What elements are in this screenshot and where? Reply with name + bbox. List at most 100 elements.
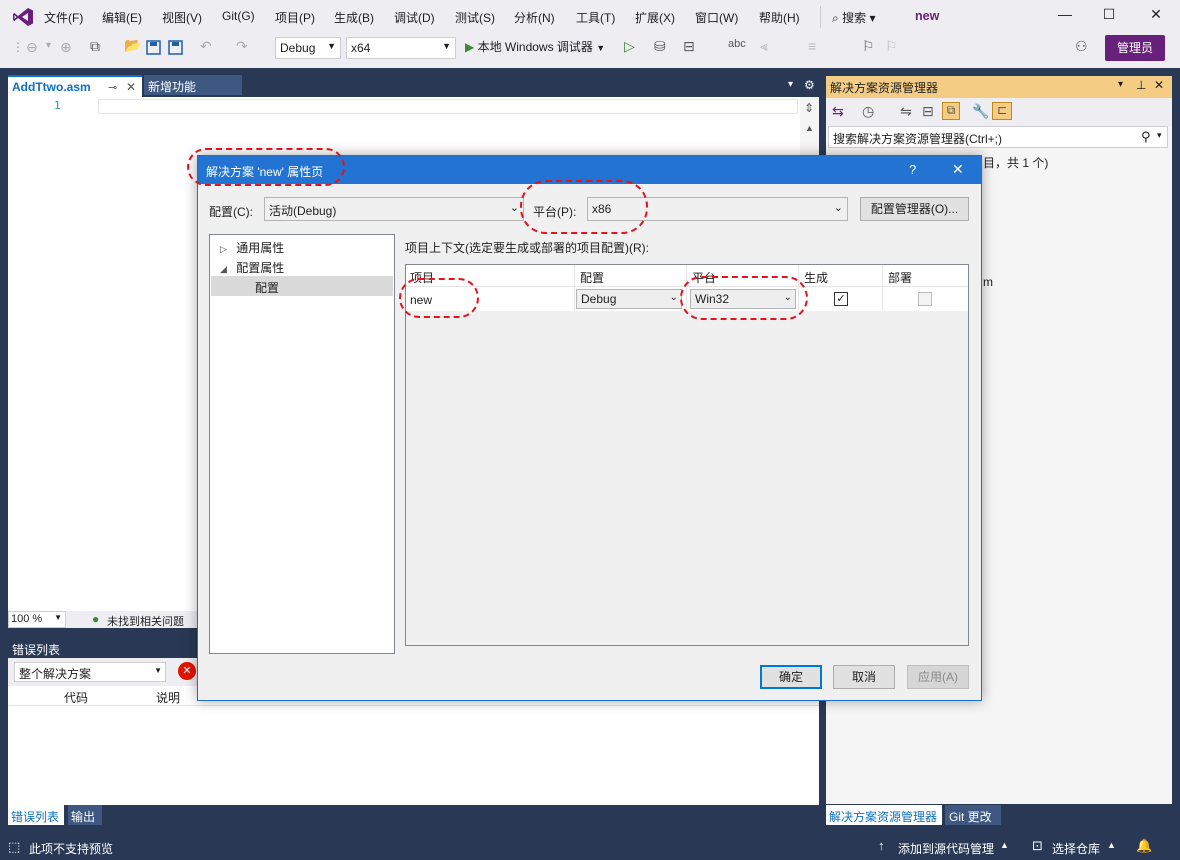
menu-file[interactable]: 文件(F) bbox=[44, 9, 83, 26]
help-button[interactable]: ? bbox=[909, 162, 916, 177]
history-icon[interactable]: ◷ bbox=[862, 103, 874, 120]
pin-icon[interactable]: ⊥ bbox=[1136, 78, 1146, 92]
switch-views-icon[interactable]: ⇆ bbox=[832, 103, 844, 120]
window-layout-icon[interactable]: ⊟ bbox=[683, 38, 695, 55]
minimize-icon[interactable]: — bbox=[1055, 6, 1075, 26]
menu-view[interactable]: 视图(V) bbox=[162, 9, 202, 26]
preview-selected-icon[interactable]: ⊏ bbox=[992, 102, 1012, 120]
config-select[interactable]: 活动(Debug) ⌄ bbox=[264, 197, 524, 221]
chevron-up-icon[interactable]: ▲ bbox=[1000, 840, 1009, 850]
zoom-select[interactable]: 100 % ▼ bbox=[8, 611, 66, 628]
menu-extensions[interactable]: 扩展(X) bbox=[635, 9, 675, 26]
chevron-up-icon[interactable]: ▲ bbox=[1107, 840, 1116, 850]
scroll-up-icon[interactable]: ▲ bbox=[805, 123, 814, 133]
project-context-grid: 项目 配置 平台 生成 部署 new Debug ⌄ Win32 ⌄ ✓ bbox=[405, 264, 969, 646]
cancel-button[interactable]: 取消 bbox=[833, 665, 895, 689]
live-share-icon[interactable]: ⚇ bbox=[1075, 38, 1088, 55]
column-description[interactable]: 说明 bbox=[156, 689, 180, 706]
build-checkbox[interactable]: ✓ bbox=[834, 292, 848, 306]
error-scope-select[interactable]: 整个解决方案 ▼ bbox=[14, 662, 166, 682]
ok-button[interactable]: 确定 bbox=[760, 665, 822, 689]
column-code[interactable]: 代码 bbox=[64, 689, 88, 706]
add-to-source-control[interactable]: 添加到源代码管理 bbox=[898, 840, 994, 857]
close-icon[interactable]: ✕ bbox=[126, 80, 136, 94]
indent-icon[interactable]: ⫷ bbox=[760, 38, 768, 55]
start-debugging-button[interactable]: ▶ 本地 Windows 调试器 ▼ bbox=[465, 38, 605, 55]
solution-configuration-select[interactable]: Debug ▼ bbox=[275, 37, 341, 59]
collapse-icon[interactable]: ◢ bbox=[220, 264, 227, 274]
sync-icon[interactable]: ⇋ bbox=[900, 103, 912, 120]
platform-select[interactable]: x86 ⌄ bbox=[587, 197, 848, 221]
menu-build[interactable]: 生成(B) bbox=[334, 9, 374, 26]
save-icon[interactable] bbox=[146, 40, 161, 55]
admin-button[interactable]: 管理员 bbox=[1105, 35, 1165, 61]
row-platform-select[interactable]: Win32 ⌄ bbox=[690, 289, 796, 309]
tree-item-config-properties[interactable]: ◢ 配置属性 bbox=[220, 259, 284, 276]
menu-analyze[interactable]: 分析(N) bbox=[514, 9, 555, 26]
start-without-debugging-icon[interactable]: ▷ bbox=[624, 38, 635, 55]
chevron-down-icon[interactable]: ▾ bbox=[46, 40, 51, 51]
menu-edit[interactable]: 编辑(E) bbox=[102, 9, 142, 26]
tab-addttwo-asm[interactable]: AddTtwo.asm ⊸ ✕ bbox=[8, 75, 142, 97]
select-repository[interactable]: 选择仓库 bbox=[1052, 840, 1100, 857]
settings-icon[interactable]: ⚙ bbox=[804, 78, 815, 92]
save-all-icon[interactable] bbox=[168, 40, 183, 55]
tab-output[interactable]: 输出 bbox=[68, 805, 102, 825]
properties-wrench-icon[interactable]: 🔧 bbox=[972, 103, 989, 120]
menu-project[interactable]: 项目(P) bbox=[275, 9, 315, 26]
visual-studio-logo-icon bbox=[13, 8, 33, 26]
apply-button[interactable]: 应用(A) bbox=[907, 665, 969, 689]
tree-item-general[interactable]: ▷ 通用属性 bbox=[220, 239, 284, 256]
bookmark-prev-icon[interactable]: ⚐ bbox=[885, 38, 898, 55]
chevron-down-icon: ⌄ bbox=[509, 202, 519, 214]
tab-solution-explorer[interactable]: 解决方案资源管理器 bbox=[826, 805, 942, 825]
configuration-manager-button[interactable]: 配置管理器(O)... bbox=[860, 197, 969, 221]
navigate-forward-icon[interactable]: ⊕ bbox=[60, 39, 72, 56]
tab-git-changes[interactable]: Git 更改 bbox=[945, 805, 1001, 825]
undo-icon[interactable]: ↶ bbox=[200, 38, 212, 55]
errors-filter-icon[interactable]: ✕ bbox=[178, 662, 196, 680]
tab-overflow-icon[interactable]: ▾ bbox=[788, 79, 793, 90]
row-configuration-select[interactable]: Debug ⌄ bbox=[576, 289, 682, 309]
menu-help[interactable]: 帮助(H) bbox=[759, 9, 800, 26]
comment-icon[interactable]: ≡ bbox=[808, 38, 816, 54]
menu-tools[interactable]: 工具(T) bbox=[576, 9, 615, 26]
issues-status[interactable]: 未找到相关问题 bbox=[107, 613, 184, 629]
split-icon[interactable]: ⇕ bbox=[804, 101, 814, 115]
notifications-bell-icon[interactable]: 🔔 bbox=[1136, 838, 1152, 854]
new-project-icon[interactable]: ⧉ bbox=[90, 38, 100, 55]
solution-explorer-search-input[interactable]: 搜索解决方案资源管理器(Ctrl+;) ⚲ ▾ bbox=[828, 126, 1168, 148]
browser-link-icon[interactable]: ⛁ bbox=[654, 38, 666, 55]
menu-git[interactable]: Git(G) bbox=[222, 9, 255, 23]
search-button[interactable]: ⌕ 搜索 ▾ bbox=[832, 9, 875, 26]
solution-platform-select[interactable]: x64 ▼ bbox=[346, 37, 456, 59]
bookmark-icon[interactable]: ⚐ bbox=[862, 38, 875, 55]
close-icon[interactable]: ✕ bbox=[1146, 6, 1166, 26]
search-icon[interactable]: ⚲ bbox=[1141, 129, 1151, 145]
deploy-checkbox[interactable] bbox=[918, 292, 932, 306]
show-all-files-icon[interactable]: ⧉ bbox=[942, 102, 960, 120]
chevron-down-icon[interactable]: ▾ bbox=[1157, 130, 1162, 141]
menu-window[interactable]: 窗口(W) bbox=[695, 9, 738, 26]
redo-icon[interactable]: ↷ bbox=[236, 38, 248, 55]
open-folder-icon[interactable]: 📂 bbox=[124, 37, 141, 54]
file-node-partial[interactable]: m bbox=[983, 275, 993, 289]
tab-error-list[interactable]: 错误列表 bbox=[8, 805, 64, 825]
close-icon[interactable]: ✕ bbox=[952, 161, 964, 178]
chevron-down-icon[interactable]: ▾ bbox=[1118, 79, 1123, 90]
pin-icon[interactable]: ⊸ bbox=[108, 81, 117, 94]
solution-node-partial[interactable]: 目，共 1 个) bbox=[983, 154, 1048, 171]
tab-whats-new[interactable]: 新增功能 bbox=[144, 75, 242, 95]
menu-test[interactable]: 测试(S) bbox=[455, 9, 495, 26]
maximize-icon[interactable]: ☐ bbox=[1099, 6, 1119, 26]
expand-icon[interactable]: ▷ bbox=[220, 244, 227, 254]
tree-item-configuration[interactable]: 配置 bbox=[211, 276, 393, 296]
menu-debug[interactable]: 调试(D) bbox=[394, 9, 435, 26]
chevron-down-icon: ▾ bbox=[869, 11, 876, 25]
property-tree: ▷ 通用属性 ◢ 配置属性 配置 bbox=[209, 234, 395, 654]
close-icon[interactable]: ✕ bbox=[1154, 78, 1164, 92]
collapse-all-icon[interactable]: ⊟ bbox=[922, 103, 934, 120]
navigate-back-icon[interactable]: ⊖ bbox=[26, 39, 38, 56]
column-configuration: 配置 bbox=[580, 271, 605, 285]
spell-check-icon[interactable]: abc bbox=[728, 38, 746, 50]
